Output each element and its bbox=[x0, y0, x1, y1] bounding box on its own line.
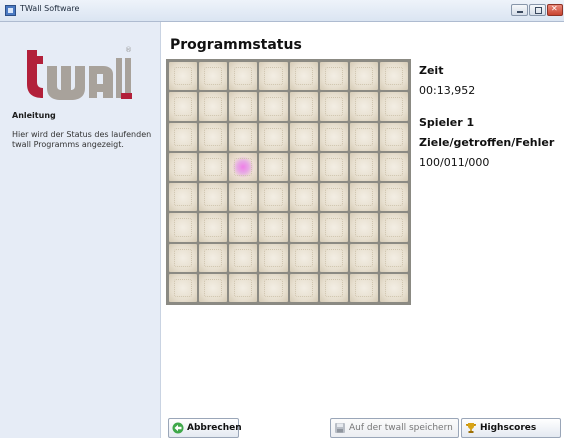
minimize-button[interactable] bbox=[511, 4, 528, 16]
wall-cell bbox=[259, 183, 288, 212]
wall-cell bbox=[379, 122, 408, 151]
save-button[interactable]: Auf der twall speichern bbox=[330, 418, 459, 438]
wall-cell bbox=[199, 62, 228, 91]
page-title: Programmstatus bbox=[170, 37, 302, 53]
wall-cell bbox=[289, 183, 318, 212]
wall-cell bbox=[169, 152, 198, 181]
trophy-icon bbox=[466, 423, 476, 433]
wall-cell bbox=[349, 183, 378, 212]
wall-cell bbox=[259, 62, 288, 91]
save-button-label: Auf der twall speichern bbox=[349, 423, 453, 433]
score-value: 100/011/000 bbox=[419, 156, 490, 169]
wall-cell bbox=[289, 243, 318, 272]
wall-cell bbox=[319, 273, 348, 302]
wall-cell bbox=[169, 183, 198, 212]
wall-cell bbox=[199, 152, 228, 181]
wall-cell bbox=[349, 92, 378, 121]
score-header: Ziele/getroffen/Fehler bbox=[419, 136, 555, 149]
close-button[interactable] bbox=[547, 4, 563, 16]
wall-cell bbox=[349, 122, 378, 151]
wall-cell bbox=[199, 183, 228, 212]
wall-cell bbox=[379, 62, 408, 91]
wall-cell bbox=[199, 92, 228, 121]
maximize-button[interactable] bbox=[529, 4, 546, 16]
wall-cell bbox=[379, 213, 408, 242]
wall-cell bbox=[379, 152, 408, 181]
wall-cell bbox=[229, 92, 258, 121]
twall-logo: ® bbox=[27, 46, 132, 100]
wall-cell bbox=[289, 92, 318, 121]
wall-cell bbox=[379, 273, 408, 302]
wall-cell bbox=[169, 213, 198, 242]
wall-cell bbox=[229, 243, 258, 272]
highscores-button[interactable]: Highscores bbox=[461, 418, 561, 438]
wall-cell bbox=[229, 213, 258, 242]
back-arrow-icon bbox=[172, 422, 184, 434]
svg-text:®: ® bbox=[125, 46, 132, 54]
wall-cell bbox=[349, 62, 378, 91]
app-icon bbox=[5, 5, 16, 16]
highscores-button-label: Highscores bbox=[480, 423, 537, 433]
cancel-button[interactable]: Abbrechen bbox=[168, 418, 242, 438]
save-disk-icon bbox=[335, 423, 345, 433]
wall-grid bbox=[166, 59, 411, 305]
wall-cell bbox=[199, 122, 228, 151]
wall-cell bbox=[199, 243, 228, 272]
wall-cell bbox=[259, 243, 288, 272]
cancel-button-label: Abbrechen bbox=[187, 423, 242, 433]
wall-cell bbox=[289, 122, 318, 151]
wall-cell bbox=[169, 92, 198, 121]
wall-cell bbox=[379, 243, 408, 272]
wall-cell bbox=[229, 62, 258, 91]
wall-cell bbox=[259, 122, 288, 151]
instructions-title: Anleitung bbox=[12, 111, 56, 120]
wall-cell bbox=[229, 183, 258, 212]
wall-cell bbox=[349, 213, 378, 242]
wall-cell bbox=[169, 62, 198, 91]
wall-cell bbox=[229, 273, 258, 302]
wall-cell bbox=[259, 213, 288, 242]
wall-cell bbox=[379, 92, 408, 121]
wall-cell bbox=[319, 243, 348, 272]
wall-cell bbox=[229, 122, 258, 151]
wall-cell bbox=[349, 152, 378, 181]
time-value: 00:13,952 bbox=[419, 84, 476, 97]
wall-cell bbox=[289, 62, 318, 91]
wall-cell bbox=[199, 273, 228, 302]
wall-cell bbox=[259, 152, 288, 181]
wall-cell bbox=[169, 273, 198, 302]
wall-cell bbox=[169, 122, 198, 151]
wall-cell bbox=[319, 213, 348, 242]
wall-cell bbox=[319, 92, 348, 121]
wall-cell bbox=[259, 92, 288, 121]
wall-cell bbox=[319, 122, 348, 151]
wall-cell bbox=[289, 273, 318, 302]
instructions-text: Hier wird der Status des laufenden twall… bbox=[12, 130, 152, 149]
wall-cell bbox=[349, 243, 378, 272]
wall-cell bbox=[289, 213, 318, 242]
wall-cell bbox=[289, 152, 318, 181]
player-label: Spieler 1 bbox=[419, 116, 475, 129]
wall-cell bbox=[259, 273, 288, 302]
wall-cell-lit bbox=[229, 152, 258, 181]
wall-cell bbox=[379, 183, 408, 212]
wall-cell bbox=[319, 152, 348, 181]
time-label: Zeit bbox=[419, 64, 444, 77]
wall-cell bbox=[349, 273, 378, 302]
wall-cell bbox=[319, 183, 348, 212]
wall-cell bbox=[199, 213, 228, 242]
wall-cell bbox=[169, 243, 198, 272]
window-title: TWall Software bbox=[20, 4, 80, 13]
title-bar: TWall Software bbox=[0, 0, 564, 22]
wall-cell bbox=[319, 62, 348, 91]
sidebar: ® Anleitung Hier wird der Status des lau… bbox=[0, 22, 161, 438]
